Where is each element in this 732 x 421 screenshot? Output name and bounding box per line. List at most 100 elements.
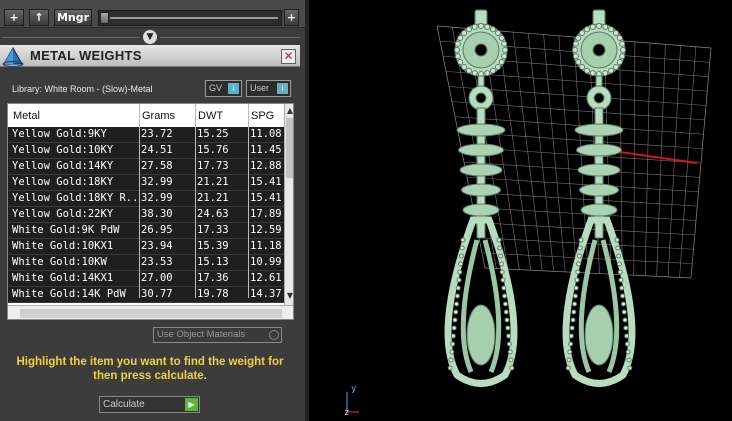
header-grams[interactable]: Grams: [142, 110, 175, 122]
spg-cell: 10.99: [250, 256, 282, 268]
grams-cell: 23.94: [141, 240, 173, 252]
column-divider: [139, 104, 140, 298]
grams-cell: 24.51: [141, 144, 173, 156]
table-row[interactable]: White Gold:10KX1 23.94 15.39 11.18: [8, 239, 284, 255]
move-up-button[interactable]: ↑: [29, 9, 49, 26]
use-object-materials-toggle[interactable]: Use Object Materials: [153, 327, 282, 343]
viewport-scene: [346, 9, 712, 413]
dwt-cell: 17.33: [197, 224, 229, 236]
user-info-icon: i: [277, 83, 288, 94]
scroll-up-icon[interactable]: ▲: [285, 106, 293, 115]
table-row[interactable]: White Gold:10KW 23.53 15.13 10.99: [8, 255, 284, 271]
metal-cell: Yellow Gold:22KY: [12, 208, 114, 220]
grams-cell: 27.00: [141, 272, 173, 284]
spg-cell: 11.45: [250, 144, 282, 156]
spg-cell: 15.41: [250, 192, 282, 204]
metal-cell: White Gold:10KW: [12, 256, 107, 268]
table-row[interactable]: White Gold:14K PdW 30.77 19.78 14.37: [8, 287, 284, 303]
radio-icon: [269, 330, 279, 340]
gv-info-icon: i: [228, 83, 239, 94]
grams-cell: 23.53: [141, 256, 173, 268]
instruction-text: Highlight the item you want to find the …: [16, 356, 284, 382]
dwt-cell: 17.73: [197, 160, 229, 172]
user-label: User: [250, 83, 270, 93]
dwt-cell: 15.39: [197, 240, 229, 252]
zoom-slider-thumb[interactable]: [100, 12, 109, 24]
panel-title-bar: METAL WEIGHTS ✕: [0, 45, 300, 67]
library-label: Library: White Room - (Slow)-Metal: [12, 84, 153, 94]
calculate-button[interactable]: Calculate ▶: [99, 396, 200, 413]
close-icon[interactable]: ✕: [281, 49, 296, 64]
dwt-cell: 15.76: [197, 144, 229, 156]
grams-cell: 23.72: [141, 128, 173, 140]
table-row[interactable]: Yellow Gold:22KY 38.30 24.63 17.89: [8, 207, 284, 223]
top-toolbar: + ↑ Mngr +: [0, 0, 305, 28]
axis-y-label: y: [351, 384, 357, 394]
table-row[interactable]: Yellow Gold:18KY R... 32.99 21.21 15.41: [8, 191, 284, 207]
user-toggle[interactable]: User i: [246, 80, 291, 97]
axis-z-label: z: [344, 408, 350, 418]
table-row[interactable]: Yellow Gold:9KY 23.72 15.25 11.08: [8, 127, 284, 143]
table-row[interactable]: Yellow Gold:18KY 32.99 21.21 15.41: [8, 175, 284, 191]
metal-cell: Yellow Gold:18KY R...: [12, 192, 138, 204]
3d-viewport[interactable]: [309, 0, 732, 421]
spg-cell: 14.37: [250, 288, 282, 300]
dwt-cell: 21.21: [197, 192, 229, 204]
header-metal[interactable]: Metal: [13, 110, 40, 122]
pyramid-icon: [2, 47, 24, 67]
metal-table: Metal Grams DWT SPG Yellow Gold:9KY 23.72…: [7, 103, 294, 320]
metal-cell: White Gold:14KX1: [12, 272, 114, 284]
column-divider: [248, 104, 249, 298]
column-divider: [195, 104, 196, 298]
play-icon: ▶: [185, 398, 198, 411]
table-row[interactable]: Yellow Gold:10KY 24.51 15.76 11.45: [8, 143, 284, 159]
metal-cell: Yellow Gold:14KY: [12, 160, 114, 172]
spg-cell: 12.61: [250, 272, 282, 284]
gv-toggle[interactable]: GV i: [205, 80, 242, 97]
table-header: Metal Grams DWT SPG: [8, 104, 284, 127]
grams-cell: 26.95: [141, 224, 173, 236]
calculate-label: Calculate: [103, 399, 145, 410]
horizontal-scroll-thumb[interactable]: [20, 309, 282, 318]
metal-cell: Yellow Gold:9KY: [12, 128, 107, 140]
spg-cell: 17.89: [250, 208, 282, 220]
horizontal-scrollbar[interactable]: [8, 305, 293, 319]
vertical-scroll-thumb[interactable]: [286, 118, 293, 178]
spg-cell: 11.08: [250, 128, 282, 140]
gv-label: GV: [209, 83, 223, 93]
table-row[interactable]: Yellow Gold:14KY 27.58 17.73 12.88: [8, 159, 284, 175]
spg-cell: 12.59: [250, 224, 282, 236]
grams-cell: 38.30: [141, 208, 173, 220]
left-earring: [444, 9, 518, 387]
dwt-cell: 17.36: [197, 272, 229, 284]
grams-cell: 32.99: [141, 176, 173, 188]
panel-title: METAL WEIGHTS: [30, 48, 142, 63]
zoom-slider-line: [110, 17, 278, 19]
header-dwt[interactable]: DWT: [198, 110, 223, 122]
metal-cell: White Gold:14K PdW: [12, 288, 126, 300]
spg-cell: 11.18: [250, 240, 282, 252]
zoom-plus-button[interactable]: +: [284, 9, 299, 26]
table-row[interactable]: White Gold:9K PdW 26.95 17.33 12.59: [8, 223, 284, 239]
dwt-cell: 21.21: [197, 176, 229, 188]
use-object-materials-label: Use Object Materials: [157, 329, 246, 340]
metal-cell: Yellow Gold:10KY: [12, 144, 114, 156]
dwt-cell: 19.78: [197, 288, 229, 300]
dwt-cell: 15.13: [197, 256, 229, 268]
dwt-cell: 15.25: [197, 128, 229, 140]
scroll-down-icon[interactable]: ▼: [285, 291, 293, 300]
metal-weights-panel: + ↑ Mngr + ▼ METAL WEIGHTS ✕ Library: Wh…: [0, 0, 305, 421]
table-row[interactable]: White Gold:14KX1 27.00 17.36 12.61: [8, 271, 284, 287]
header-spg[interactable]: SPG: [251, 110, 274, 122]
add-button[interactable]: +: [4, 9, 24, 26]
dwt-cell: 24.63: [197, 208, 229, 220]
manager-button[interactable]: Mngr: [54, 9, 92, 26]
collapse-chevron-icon[interactable]: ▼: [143, 30, 157, 44]
spg-cell: 15.41: [250, 176, 282, 188]
spg-cell: 12.88: [250, 160, 282, 172]
grams-cell: 27.58: [141, 160, 173, 172]
grams-cell: 32.99: [141, 192, 173, 204]
metal-cell: White Gold:10KX1: [12, 240, 114, 252]
metal-cell: Yellow Gold:18KY: [12, 176, 114, 188]
vertical-scrollbar[interactable]: ▲ ▼: [284, 104, 293, 305]
